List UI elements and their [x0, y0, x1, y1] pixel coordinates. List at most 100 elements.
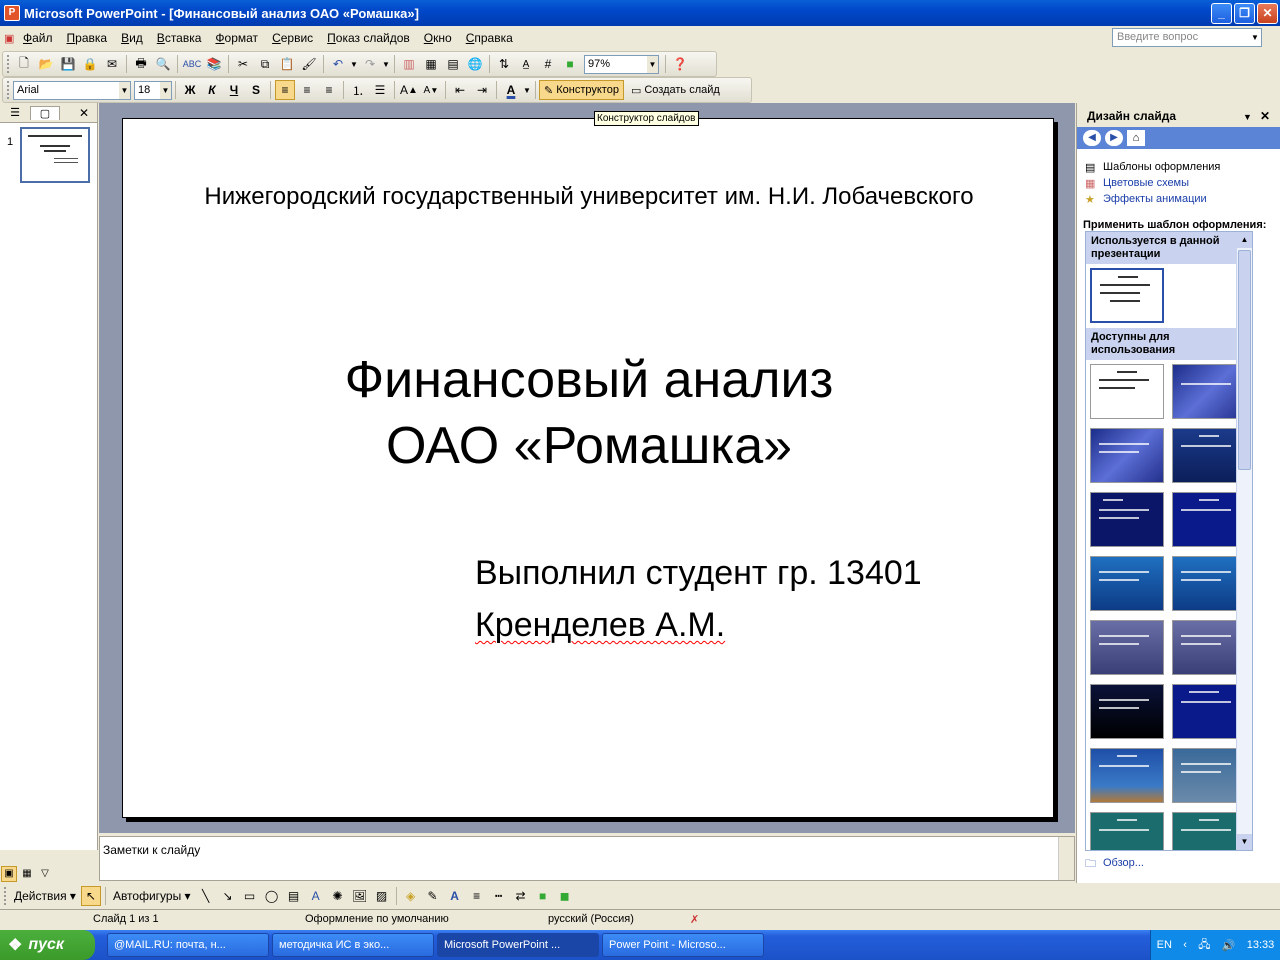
save-icon[interactable]: 💾: [58, 54, 78, 74]
home-icon[interactable]: ⌂: [1127, 130, 1145, 146]
new-slide-button[interactable]: ▭ Создать слайд: [627, 80, 724, 100]
decrease-font-icon[interactable]: A ▼: [421, 80, 441, 100]
arrow-icon[interactable]: ↘: [218, 886, 238, 906]
align-right-icon[interactable]: ≡: [319, 80, 339, 100]
taskbar-item-active[interactable]: Microsoft PowerPoint ...: [437, 933, 599, 957]
chevron-down-icon[interactable]: ▼: [647, 55, 658, 73]
chevron-down-icon[interactable]: ▼: [1243, 112, 1252, 122]
scroll-thumb[interactable]: [1238, 250, 1251, 470]
notes-pane[interactable]: Заметки к слайду: [99, 836, 1075, 881]
font-size-select[interactable]: 18 ▼: [134, 80, 172, 100]
chevron-down-icon[interactable]: ▼: [160, 81, 171, 99]
scroll-up-icon[interactable]: ▲: [1237, 232, 1252, 248]
insert-table-icon[interactable]: ▦: [421, 54, 441, 74]
maximize-button[interactable]: ❐: [1234, 3, 1255, 24]
shadow-icon[interactable]: ■: [533, 886, 553, 906]
email-icon[interactable]: ✉: [102, 54, 122, 74]
menu-slideshow[interactable]: Показ слайдов: [320, 31, 417, 45]
hyperlink-icon[interactable]: 🌐: [465, 54, 485, 74]
help-search-input[interactable]: Введите вопрос ▼: [1112, 28, 1262, 47]
research-icon[interactable]: 📚: [204, 54, 224, 74]
template-thumb[interactable]: [1090, 556, 1164, 611]
open-icon[interactable]: 📂: [36, 54, 56, 74]
back-icon[interactable]: ◀: [1083, 130, 1101, 146]
template-thumb[interactable]: [1172, 620, 1246, 675]
menu-view[interactable]: Вид: [114, 31, 150, 45]
template-thumb[interactable]: [1172, 684, 1246, 739]
line-style-icon[interactable]: ≡: [467, 886, 487, 906]
toolbar-grip[interactable]: [4, 887, 7, 905]
increase-font-icon[interactable]: A ▲: [399, 80, 419, 100]
chevron-down-icon[interactable]: ▼: [119, 81, 130, 99]
clipart-icon[interactable]: 🖼: [350, 886, 370, 906]
3d-icon[interactable]: ◼: [555, 886, 575, 906]
decrease-indent-icon[interactable]: ⇤: [450, 80, 470, 100]
slide-thumbnail[interactable]: [20, 127, 90, 183]
tray-arrow-icon[interactable]: ‹: [1183, 939, 1187, 951]
template-thumb[interactable]: [1090, 492, 1164, 547]
menu-file[interactable]: Файл: [16, 31, 60, 45]
template-thumb[interactable]: [1172, 364, 1246, 419]
help-icon[interactable]: ❓: [670, 54, 690, 74]
autoshapes-menu[interactable]: Автофигуры ▾: [109, 889, 195, 903]
expand-icon[interactable]: ⇅: [494, 54, 514, 74]
align-left-icon[interactable]: ≡: [275, 80, 295, 100]
chevron-down-icon[interactable]: ▼: [523, 80, 531, 100]
slide-title[interactable]: Финансовый анализ ОАО «Ромашка»: [123, 347, 1055, 479]
shadow-button[interactable]: S: [246, 80, 266, 100]
chevron-down-icon[interactable]: ▼: [350, 54, 358, 74]
permission-icon[interactable]: 🔒: [80, 54, 100, 74]
align-center-icon[interactable]: ≡: [297, 80, 317, 100]
template-thumb-default[interactable]: [1090, 268, 1164, 323]
template-thumb[interactable]: [1090, 428, 1164, 483]
color-schemes-link[interactable]: ▦ Цветовые схемы: [1077, 175, 1280, 191]
tables-borders-icon[interactable]: ▤: [443, 54, 463, 74]
template-thumb[interactable]: [1090, 812, 1164, 850]
actions-menu[interactable]: Действия ▾: [10, 889, 80, 903]
dash-style-icon[interactable]: ┅: [489, 886, 509, 906]
template-thumb[interactable]: [1090, 620, 1164, 675]
underline-button[interactable]: Ч: [224, 80, 244, 100]
browse-link[interactable]: 🗀 Обзор...: [1077, 855, 1144, 871]
outline-tab[interactable]: ☰: [0, 106, 30, 119]
taskbar-item[interactable]: @MAIL.RU: почта, н...: [107, 933, 269, 957]
show-formatting-icon[interactable]: A̲: [516, 54, 536, 74]
language-indicator[interactable]: EN: [1157, 939, 1172, 951]
picture-icon[interactable]: ▨: [372, 886, 392, 906]
template-thumb[interactable]: [1172, 492, 1246, 547]
grid-icon[interactable]: #: [538, 54, 558, 74]
menu-edit[interactable]: Правка: [60, 31, 115, 45]
animation-effects-link[interactable]: ★ Эффекты анимации: [1077, 191, 1280, 207]
close-button[interactable]: ✕: [1257, 3, 1278, 24]
menu-help[interactable]: Справка: [459, 31, 520, 45]
redo-icon[interactable]: ↷: [360, 54, 380, 74]
increase-indent-icon[interactable]: ⇥: [472, 80, 492, 100]
author-block[interactable]: Выполнил студент гр. 13401 Кренделев А.М…: [475, 547, 922, 651]
diagram-icon[interactable]: ✺: [328, 886, 348, 906]
undo-icon[interactable]: ↶: [328, 54, 348, 74]
numbering-icon[interactable]: ⒈: [348, 80, 368, 100]
slideshow-view-icon[interactable]: ▽: [37, 866, 53, 882]
minimize-button[interactable]: _: [1211, 3, 1232, 24]
design-templates-link[interactable]: ▤ Шаблоны оформления: [1077, 159, 1280, 175]
slide-canvas[interactable]: Нижегородский государственный университе…: [122, 118, 1054, 818]
menu-window[interactable]: Окно: [417, 31, 459, 45]
bullets-icon[interactable]: ☰: [370, 80, 390, 100]
close-icon[interactable]: ✕: [79, 106, 89, 120]
rectangle-icon[interactable]: ▭: [240, 886, 260, 906]
designer-button[interactable]: ✎ Конструктор: [539, 80, 624, 100]
italic-button[interactable]: К: [202, 80, 222, 100]
color-grayscale-icon[interactable]: ■: [560, 54, 580, 74]
taskbar-item[interactable]: методичка ИС в эко...: [272, 933, 434, 957]
font-color-icon[interactable]: A: [501, 80, 521, 100]
format-painter-icon[interactable]: 🖌: [299, 54, 319, 74]
arrow-style-icon[interactable]: ⇄: [511, 886, 531, 906]
close-icon[interactable]: ✕: [1260, 109, 1270, 123]
fill-color-icon[interactable]: ◈: [401, 886, 421, 906]
normal-view-icon[interactable]: ▣: [1, 865, 17, 882]
textbox-icon[interactable]: ▤: [284, 886, 304, 906]
print-preview-icon[interactable]: 🔍: [153, 54, 173, 74]
bold-button[interactable]: Ж: [180, 80, 200, 100]
sorter-view-icon[interactable]: ▦: [19, 866, 35, 882]
template-thumb[interactable]: [1172, 556, 1246, 611]
